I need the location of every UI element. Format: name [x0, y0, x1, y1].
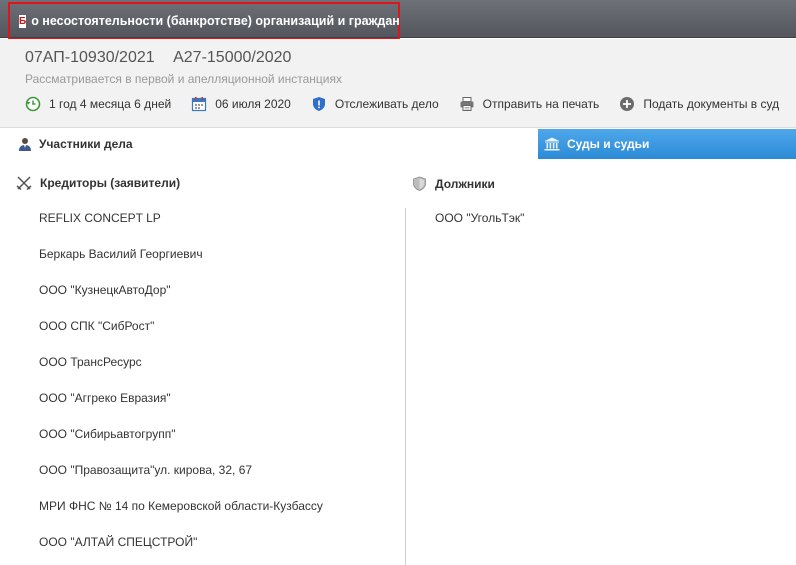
creditor-item[interactable]: ООО "Аггреко Евразия" [39, 390, 323, 426]
tab-participants-label: Участники дела [39, 137, 133, 151]
case-header-bar: Б о несостоятельности (банкротстве) орга… [0, 0, 796, 40]
shield-icon [311, 96, 327, 112]
calendar-icon [191, 96, 207, 112]
case-number-appeal[interactable]: 07АП-10930/2021 [25, 49, 155, 66]
case-type-label: Б о несостоятельности (банкротстве) орга… [8, 2, 400, 40]
case-info-panel: 07АП-10930/2021 А27-15000/2020 Рассматри… [0, 39, 796, 128]
submit-documents-label: Подать документы в суд [643, 97, 780, 111]
creditor-item[interactable]: ООО "АЛТАЙ СПЕЦСТРОЙ" [39, 534, 323, 565]
case-numbers: 07АП-10930/2021 А27-15000/2020 [25, 49, 305, 67]
printer-icon [459, 96, 475, 112]
bankruptcy-badge-icon: Б [19, 14, 27, 28]
case-type-title: о несостоятельности (банкротстве) органи… [31, 14, 400, 28]
courthouse-icon [544, 137, 560, 151]
creditor-item[interactable]: МРИ ФНС № 14 по Кемеровской области-Кузб… [39, 498, 323, 534]
shield-gray-icon [412, 176, 427, 191]
duration-text: 1 год 4 месяца 6 дней [49, 97, 172, 111]
date-item: 06 июля 2020 [191, 96, 291, 112]
creditor-item[interactable]: REFLIX CONCEPT LP [39, 210, 323, 246]
creditors-heading-label: Кредиторы (заявители) [40, 176, 181, 190]
duration-item: 1 год 4 месяца 6 дней [25, 96, 171, 112]
debtors-heading-label: Должники [435, 176, 495, 191]
debtor-item[interactable]: ООО "УгольТэк" [435, 210, 524, 246]
print-label: Отправить на печать [482, 97, 600, 111]
creditor-item[interactable]: Беркарь Василий Георгиевич [39, 246, 323, 282]
creditors-heading: Кредиторы (заявители) [16, 176, 180, 190]
track-case-button[interactable]: Отслеживать дело [311, 96, 439, 112]
tab-courts-label: Суды и судьи [567, 137, 650, 151]
tab-participants[interactable]: Участники дела [0, 129, 538, 159]
date-text: 06 июля 2020 [215, 97, 291, 111]
column-divider [405, 208, 406, 565]
creditors-list: REFLIX CONCEPT LP Беркарь Василий Георги… [39, 210, 323, 565]
case-toolbar: 1 год 4 месяца 6 дней 06 июля 2020 Отсле… [25, 96, 796, 112]
creditor-item[interactable]: ООО "КузнецкАвтоДор" [39, 282, 323, 318]
case-number-first[interactable]: А27-15000/2020 [173, 49, 291, 66]
creditor-item[interactable]: ООО "Сибирьавтогрупп" [39, 426, 323, 462]
case-status: Рассматривается в первой и апелляционной… [25, 72, 342, 86]
creditor-item[interactable]: ООО "Правозащита"ул. кирова, 32, 67 [39, 462, 323, 498]
clock-back-icon [25, 96, 41, 112]
creditor-item[interactable]: ООО ТрансРесурс [39, 354, 323, 390]
debtors-list: ООО "УгольТэк" [435, 210, 524, 246]
tab-courts[interactable]: Суды и судьи [538, 129, 796, 159]
crossed-swords-icon [16, 176, 32, 190]
person-icon [18, 137, 32, 152]
debtors-heading: Должники [412, 176, 495, 191]
submit-documents-button[interactable]: Подать документы в суд [619, 96, 779, 112]
plus-circle-icon [619, 96, 635, 112]
track-case-label: Отслеживать дело [334, 97, 439, 111]
creditor-item[interactable]: ООО СПК "СибРост" [39, 318, 323, 354]
print-button[interactable]: Отправить на печать [459, 96, 600, 112]
